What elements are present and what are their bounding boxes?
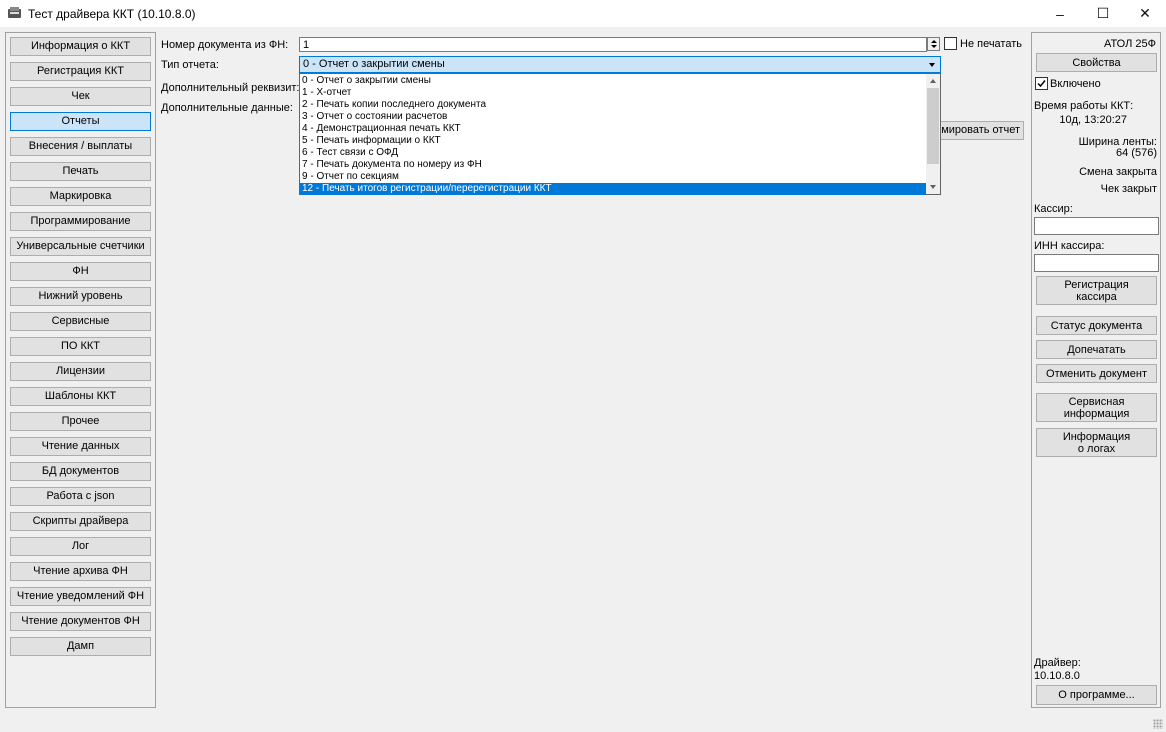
enabled-checkbox[interactable] [1035, 77, 1048, 90]
report-type-select[interactable]: 0 - Отчет о закрытии смены [299, 56, 941, 73]
extra-req-label: Дополнительный реквизит: [161, 82, 300, 94]
nav-item[interactable]: Чек [10, 87, 151, 106]
tape-width-value: 64 (576) [1116, 147, 1157, 159]
doc-number-spinner[interactable] [927, 37, 940, 51]
driver-version: 10.10.8.0 [1034, 670, 1080, 682]
cashier-input[interactable] [1034, 217, 1159, 235]
report-option[interactable]: 6 - Тест связи с ОФД [300, 147, 926, 159]
report-option[interactable]: 1 - X-отчет [300, 87, 926, 99]
logs-info-line1: Информация [1062, 430, 1131, 443]
nav-item[interactable]: ФН [10, 262, 151, 281]
checkmark-icon [1037, 80, 1046, 88]
logs-info-button[interactable]: Информация о логах [1036, 428, 1157, 457]
nav-item[interactable]: Прочее [10, 412, 151, 431]
nav-item[interactable]: Программирование [10, 212, 151, 231]
nav-item[interactable]: Универсальные счетчики [10, 237, 151, 256]
scroll-down-icon[interactable] [930, 185, 936, 189]
nav-item[interactable]: Маркировка [10, 187, 151, 206]
report-type-label: Тип отчета: [161, 59, 219, 71]
register-cashier-line2: кассира [1076, 290, 1117, 303]
cashier-label: Кассир: [1034, 203, 1073, 215]
nav-item[interactable]: Шаблоны ККТ [10, 387, 151, 406]
nav-item[interactable]: Чтение уведомлений ФН [10, 587, 151, 606]
nav-item[interactable]: Нижний уровень [10, 287, 151, 306]
register-cashier-button[interactable]: Регистрация кассира [1036, 276, 1157, 305]
driver-label: Драйвер: [1034, 657, 1081, 669]
receipt-status: Чек закрыт [1100, 183, 1157, 195]
window-title: Тест драйвера ККТ (10.10.8.0) [28, 7, 196, 21]
nav-item[interactable]: ПО ККТ [10, 337, 151, 356]
logs-info-line2: о логах [1077, 442, 1116, 455]
make-report-button[interactable]: рмировать отчет [930, 121, 1024, 140]
close-button[interactable]: ✕ [1125, 0, 1165, 27]
service-info-line2: информация [1063, 407, 1130, 420]
device-panel: АТОЛ 25Ф Свойства Включено Время работы … [1031, 32, 1161, 708]
nav-item[interactable]: Чтение документов ФН [10, 612, 151, 631]
minimize-button[interactable]: – [1040, 0, 1080, 27]
report-type-dropdown[interactable]: 0 - Отчет о закрытии смены 1 - X-отчет 2 -… [299, 73, 941, 195]
uptime-label: Время работы ККТ: [1034, 100, 1134, 112]
title-bar: Тест драйвера ККТ (10.10.8.0) – ☐ ✕ [0, 0, 1166, 27]
app-icon [8, 7, 21, 18]
resize-grip-icon[interactable] [1153, 719, 1163, 729]
nav-item[interactable]: Работа с json [10, 487, 151, 506]
nav-item[interactable]: Лицензии [10, 362, 151, 381]
cancel-document-button[interactable]: Отменить документ [1036, 364, 1157, 383]
dropdown-scrollbar[interactable] [926, 74, 940, 194]
service-info-line1: Сервисная [1068, 395, 1125, 408]
nav-item[interactable]: Печать [10, 162, 151, 181]
scroll-thumb[interactable] [927, 88, 939, 164]
status-bar [0, 714, 1166, 732]
extra-data-label: Дополнительные данные: [161, 102, 293, 114]
report-option[interactable]: 5 - Печать информации о ККТ [300, 135, 926, 147]
service-info-button[interactable]: Сервисная информация [1036, 393, 1157, 422]
report-option[interactable]: 7 - Печать документа по номеру из ФН [300, 159, 926, 171]
report-option[interactable]: 4 - Демонстрационная печать ККТ [300, 123, 926, 135]
report-option[interactable]: 9 - Отчет по секциям [300, 171, 926, 183]
report-option[interactable]: 12 - Печать итогов регистрации/перерегис… [300, 183, 926, 195]
cashier-inn-label: ИНН кассира: [1034, 240, 1105, 252]
nav-item[interactable]: Информация о ККТ [10, 37, 151, 56]
nav-item[interactable]: Сервисные [10, 312, 151, 331]
shift-status: Смена закрыта [1079, 166, 1157, 178]
no-print-checkbox[interactable] [944, 37, 957, 50]
report-option[interactable]: 3 - Отчет о состоянии расчетов [300, 111, 926, 123]
nav-item[interactable]: Чтение данных [10, 437, 151, 456]
nav-item[interactable]: Дамп [10, 637, 151, 656]
reprint-button[interactable]: Допечатать [1036, 340, 1157, 359]
doc-number-label: Номер документа из ФН: [161, 39, 289, 51]
register-cashier-line1: Регистрация [1064, 278, 1129, 291]
model-label: АТОЛ 25Ф [1103, 38, 1156, 50]
nav-item[interactable]: БД документов [10, 462, 151, 481]
properties-button[interactable]: Свойства [1036, 53, 1157, 72]
uptime-value: 10д, 13:20:27 [1059, 114, 1127, 126]
nav-item[interactable]: Отчеты [10, 112, 151, 131]
nav-item[interactable]: Внесения / выплаты [10, 137, 151, 156]
nav-item[interactable]: Скрипты драйвера [10, 512, 151, 531]
cashier-inn-input[interactable] [1034, 254, 1159, 272]
nav-item[interactable]: Регистрация ККТ [10, 62, 151, 81]
enabled-label: Включено [1050, 78, 1101, 90]
doc-number-input[interactable]: 1 [299, 37, 927, 52]
report-option[interactable]: 0 - Отчет о закрытии смены [300, 75, 926, 87]
nav-panel: Информация о ККТ Регистрация ККТ Чек Отчеты… [5, 32, 156, 708]
nav-item[interactable]: Лог [10, 537, 151, 556]
doc-status-button[interactable]: Статус документа [1036, 316, 1157, 335]
no-print-label: Не печатать [960, 38, 1022, 50]
nav-item[interactable]: Чтение архива ФН [10, 562, 151, 581]
maximize-button[interactable]: ☐ [1083, 0, 1123, 27]
scroll-up-icon[interactable] [930, 79, 936, 83]
report-type-value: 0 - Отчет о закрытии смены [303, 58, 445, 70]
report-option[interactable]: 2 - Печать копии последнего документа [300, 99, 926, 111]
about-button[interactable]: О программе... [1036, 685, 1157, 705]
chevron-down-icon [929, 63, 935, 67]
